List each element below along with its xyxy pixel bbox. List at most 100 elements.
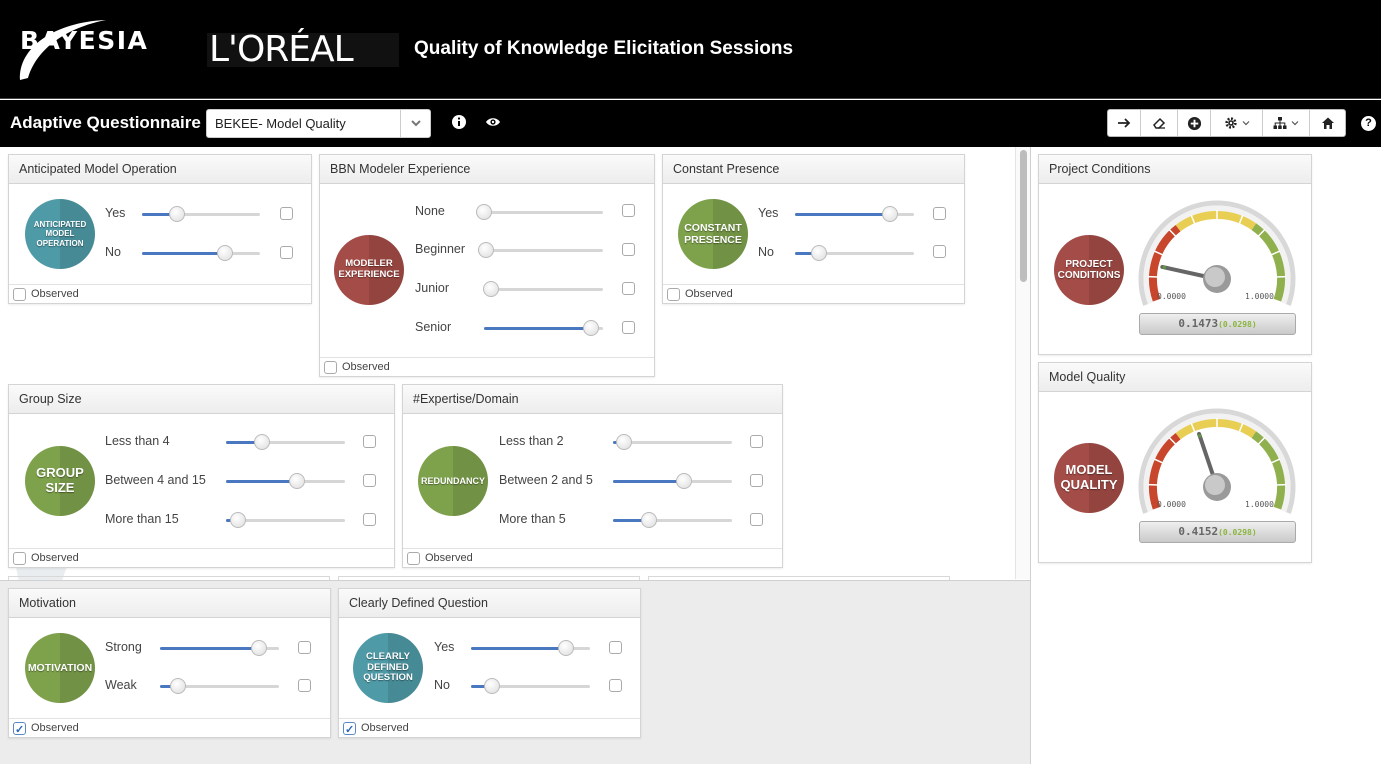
observed-checkbox[interactable]	[13, 721, 26, 739]
state-checkbox[interactable]	[609, 641, 622, 654]
info-icon[interactable]	[451, 114, 467, 130]
slider-knob[interactable]	[640, 512, 657, 528]
state-slider[interactable]	[160, 678, 279, 694]
reset-button[interactable]	[1141, 110, 1178, 136]
observed-toggle[interactable]: Observed	[403, 548, 782, 567]
state-checkbox[interactable]	[363, 474, 376, 487]
state-slider[interactable]	[795, 206, 914, 222]
slider-knob[interactable]	[169, 678, 186, 694]
observed-label: Observed	[685, 288, 733, 300]
home-button[interactable]	[1310, 110, 1345, 136]
slider-knob[interactable]	[810, 245, 827, 261]
state-label: Junior	[415, 281, 450, 295]
observed-toggle[interactable]: Observed	[9, 284, 311, 303]
state-slider[interactable]	[795, 245, 914, 261]
state-slider[interactable]	[226, 434, 345, 450]
card-title: Group Size	[9, 385, 394, 414]
state-slider[interactable]	[484, 320, 603, 336]
slider-knob[interactable]	[615, 434, 632, 450]
node-modeler-experience: MODELER EXPERIENCE	[334, 235, 404, 305]
observed-checkbox[interactable]	[407, 552, 420, 565]
eye-icon[interactable]	[485, 114, 501, 130]
state-slider[interactable]	[613, 473, 732, 489]
slider-knob[interactable]	[476, 204, 492, 220]
gauge-min-label: 0.0000	[1157, 292, 1186, 301]
question-card-group-size: Group Size GROUP SIZE Less than 4 Betwee…	[8, 384, 395, 568]
observed-checkbox[interactable]	[324, 361, 337, 374]
workspace-scrollbar[interactable]	[1015, 147, 1030, 579]
observed-checkbox[interactable]	[13, 288, 26, 301]
card-title: Project Conditions	[1039, 155, 1311, 184]
state-checkbox[interactable]	[298, 679, 311, 692]
state-checkbox[interactable]	[280, 207, 293, 220]
state-slider[interactable]	[142, 206, 260, 222]
state-slider[interactable]	[476, 204, 603, 220]
slider-knob[interactable]	[483, 281, 500, 297]
observed-toggle[interactable]: Observed	[320, 357, 654, 376]
observed-checkbox[interactable]	[13, 552, 26, 565]
add-button[interactable]	[1178, 110, 1211, 136]
help-icon[interactable]: ?	[1361, 116, 1376, 131]
next-button[interactable]	[1108, 110, 1141, 136]
questionnaire-select-value: BEKEE- Model Quality	[215, 116, 346, 131]
state-slider[interactable]	[471, 640, 590, 656]
state-checkbox[interactable]	[609, 679, 622, 692]
state-slider[interactable]	[226, 512, 345, 528]
state-checkbox[interactable]	[363, 435, 376, 448]
chevron-down-icon[interactable]	[400, 110, 430, 137]
state-checkbox[interactable]	[622, 204, 635, 217]
slider-knob[interactable]	[882, 206, 899, 222]
state-checkbox[interactable]	[363, 513, 376, 526]
state-checkbox[interactable]	[298, 641, 311, 654]
slider-knob[interactable]	[169, 206, 186, 222]
slider-knob[interactable]	[484, 678, 501, 694]
observed-checkbox[interactable]	[343, 721, 356, 739]
slider-knob[interactable]	[583, 320, 600, 336]
slider-knob[interactable]	[676, 473, 693, 489]
hierarchy-icon	[1273, 117, 1287, 129]
state-checkbox[interactable]	[622, 282, 635, 295]
slider-knob[interactable]	[289, 473, 306, 489]
slider-knob[interactable]	[558, 640, 575, 656]
settings-dropdown[interactable]	[1211, 110, 1263, 136]
state-label: No	[434, 678, 450, 692]
node-clearly-defined-question: CLEARLY DEFINED QUESTION	[353, 633, 423, 703]
question-card-expertise-domain: #Expertise/Domain REDUNDANCY Less than 2…	[402, 384, 783, 568]
scrollbar-thumb[interactable]	[1020, 150, 1027, 282]
state-slider[interactable]	[478, 242, 603, 258]
observed-toggle[interactable]: Observed	[339, 718, 640, 739]
observed-toggle[interactable]: Observed	[663, 284, 964, 303]
slider-knob[interactable]	[253, 434, 270, 450]
questionnaire-select[interactable]: BEKEE- Model Quality	[206, 109, 431, 138]
hierarchy-dropdown[interactable]	[1263, 110, 1310, 136]
observed-checkbox[interactable]	[667, 288, 680, 301]
observed-label: Observed	[31, 722, 79, 734]
state-checkbox[interactable]	[933, 245, 946, 258]
state-slider[interactable]	[471, 678, 590, 694]
state-slider[interactable]	[613, 434, 732, 450]
state-slider[interactable]	[160, 640, 279, 656]
state-slider[interactable]	[142, 245, 260, 261]
hidden-card-edge	[648, 576, 950, 580]
observed-label: Observed	[31, 552, 79, 564]
state-slider[interactable]	[483, 281, 603, 297]
state-checkbox[interactable]	[622, 243, 635, 256]
slider-knob[interactable]	[250, 640, 267, 656]
state-checkbox[interactable]	[280, 246, 293, 259]
state-checkbox[interactable]	[750, 474, 763, 487]
slider-knob[interactable]	[478, 242, 495, 258]
state-checkbox[interactable]	[622, 321, 635, 334]
slider-knob[interactable]	[216, 245, 233, 261]
state-checkbox[interactable]	[750, 435, 763, 448]
state-checkbox[interactable]	[750, 513, 763, 526]
state-slider[interactable]	[613, 512, 732, 528]
card-title: Constant Presence	[663, 155, 964, 184]
state-checkbox[interactable]	[933, 207, 946, 220]
slider-knob[interactable]	[229, 512, 246, 528]
card-title: Motivation	[9, 589, 330, 618]
gauge-hub-highlight	[1205, 475, 1225, 495]
state-slider[interactable]	[226, 473, 345, 489]
observed-toggle[interactable]: Observed	[9, 548, 394, 567]
gauge-max-label: 1.0000	[1245, 500, 1274, 509]
observed-toggle[interactable]: Observed	[9, 718, 330, 739]
